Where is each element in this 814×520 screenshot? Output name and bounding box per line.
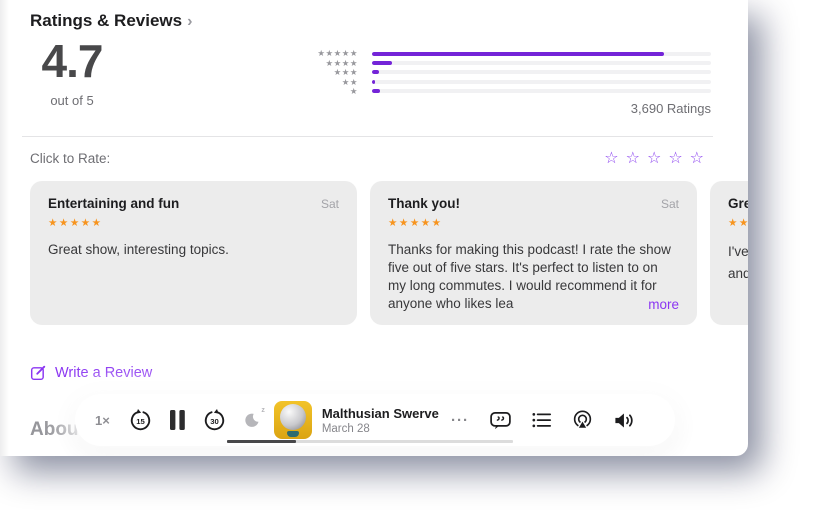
ratings-histogram: ★★★★★ ★★★★ ★★★ ★★ ★ (308, 49, 711, 96)
histogram-fill (372, 70, 379, 75)
review-body: I've and (728, 241, 748, 314)
review-stars: ★★★★★ (48, 217, 103, 229)
ratings-count: 3,690 Ratings (630, 101, 711, 116)
rating-summary: 4.7 out of 5 (30, 36, 114, 108)
histogram-row-2: ★★ (308, 77, 711, 86)
playback-progress-fill (227, 440, 296, 443)
episode-date: March 28 (321, 422, 370, 435)
review-cards: Entertaining and fun Sat ★★★★★ Great sho… (30, 181, 748, 325)
write-review-button[interactable]: Write a Review (30, 364, 152, 381)
histogram-fill (372, 89, 381, 94)
rate-stars-input[interactable]: ☆☆☆☆☆ (604, 148, 711, 168)
write-review-label: Write a Review (55, 364, 153, 381)
playback-progress-bar[interactable] (227, 440, 513, 443)
review-stars: ★★ (728, 217, 748, 229)
histogram-row-4: ★★★★ (308, 58, 711, 67)
star-row-label: ★★★ (333, 67, 358, 78)
review-body: Thanks for making this podcast! I rate t… (388, 241, 679, 314)
sleep-z-glyph: z (261, 406, 265, 414)
review-stars: ★★★★★ (388, 217, 443, 229)
star-row-label: ★★ (341, 76, 358, 87)
chevron-right-icon: › (187, 13, 193, 30)
section-title: Ratings & Reviews (30, 11, 183, 30)
episode-artwork[interactable] (273, 401, 312, 439)
star-row-label: ★ (349, 86, 358, 96)
average-rating: 4.7 (41, 35, 104, 87)
review-title: Gre (728, 196, 748, 211)
click-to-rate-label: Click to Rate: (30, 150, 111, 166)
sleep-timer-icon[interactable]: z (242, 407, 265, 430)
histogram-track (372, 89, 711, 94)
star-row-label: ★★★★★ (317, 48, 358, 59)
review-card[interactable]: Thank you! Sat ★★★★★ Thanks for making t… (370, 181, 697, 325)
review-text-line: I've (728, 244, 748, 259)
histogram-fill (372, 79, 376, 84)
out-of-label: out of 5 (50, 92, 94, 108)
histogram-row-3: ★★★ (308, 68, 711, 77)
review-title: Entertaining and fun (48, 196, 180, 211)
podcasts-window: Ratings & Reviews › 4.7 out of 5 ★★★★★ ★★… (0, 0, 748, 456)
skip-back-15-button[interactable]: 15 (128, 408, 153, 433)
transcript-icon[interactable] (489, 409, 512, 432)
review-card[interactable]: Gre ★★ I've and (710, 181, 748, 325)
volume-icon[interactable] (612, 409, 637, 432)
review-date: Sat (320, 197, 339, 211)
skip-back-value: 15 (136, 417, 145, 426)
histogram-fill (372, 51, 664, 56)
playback-speed-button[interactable]: 1× (95, 413, 110, 428)
review-text-line: and (728, 266, 748, 281)
review-card[interactable]: Entertaining and fun Sat ★★★★★ Great sho… (30, 181, 357, 325)
star-row-label: ★★★★ (325, 57, 358, 68)
histogram-fill (372, 61, 393, 66)
compose-icon (30, 364, 47, 381)
divider (22, 136, 713, 137)
now-playing-info[interactable]: Malthusian Swerve March 28 (322, 406, 439, 435)
more-options-button[interactable]: ··· (451, 412, 469, 429)
skip-forward-30-button[interactable]: 30 (202, 408, 227, 433)
click-to-rate-row: Click to Rate: ☆☆☆☆☆ (30, 148, 711, 168)
histogram-track (372, 61, 711, 66)
artwork-stand (286, 431, 299, 437)
review-body: Great show, interesting topics. (48, 242, 229, 257)
histogram-row-1: ★ (308, 87, 711, 96)
histogram-track (372, 51, 711, 56)
more-link[interactable]: more (614, 296, 679, 314)
pause-button[interactable] (168, 409, 187, 431)
mini-player: 1× 15 30 z Malthusian Swerve March 28 ··… (75, 394, 675, 446)
review-date: Sat (660, 197, 679, 211)
airplay-audio-icon[interactable] (571, 409, 594, 432)
ratings-reviews-header[interactable]: Ratings & Reviews › (30, 11, 192, 31)
histogram-track (372, 79, 711, 84)
review-title: Thank you! (388, 196, 461, 211)
histogram-row-5: ★★★★★ (308, 49, 711, 58)
desktop-wallpaper: Ratings & Reviews › 4.7 out of 5 ★★★★★ ★★… (0, 0, 814, 520)
episode-title: Malthusian Swerve (321, 405, 439, 421)
histogram-track (372, 70, 711, 75)
skip-forward-value: 30 (210, 417, 219, 426)
artwork-globe (279, 404, 306, 430)
queue-list-icon[interactable] (530, 409, 553, 432)
